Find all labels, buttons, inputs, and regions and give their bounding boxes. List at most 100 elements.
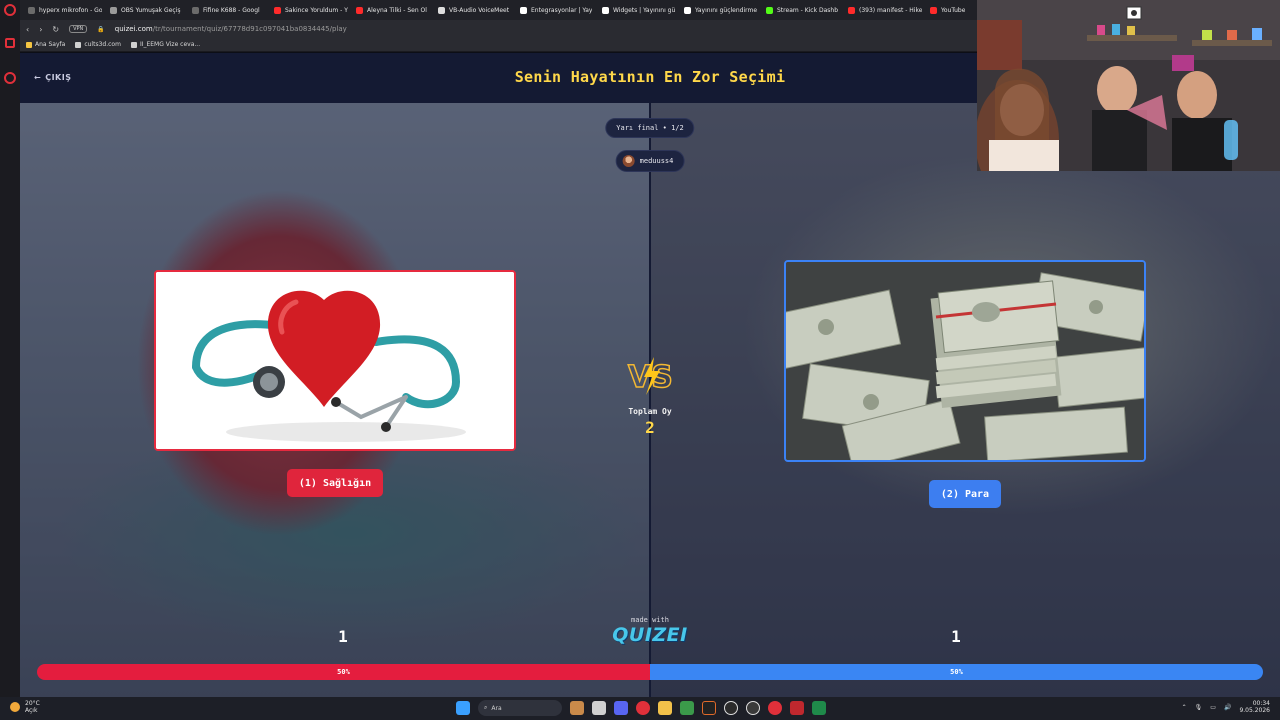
file-explorer-icon[interactable] bbox=[658, 701, 672, 715]
tab-favicon-icon bbox=[602, 6, 609, 14]
browser-tab[interactable]: (393) manifest - Hike bbox=[844, 6, 926, 14]
avatar bbox=[622, 155, 635, 167]
bookmark-label: cults3d.com bbox=[84, 41, 121, 48]
tab-label: Fifine K688 - Googl bbox=[203, 6, 260, 14]
tab-label: YouTube bbox=[941, 6, 966, 14]
url-text[interactable]: quizei.com/tr/tournament/quiz/67778d91c0… bbox=[115, 25, 347, 33]
bookmark-home[interactable]: Ana Sayfa bbox=[26, 41, 65, 48]
browser-tab[interactable]: OBS Yumuşak Geçiş bbox=[106, 6, 188, 14]
opera-gx-icon[interactable] bbox=[768, 701, 782, 715]
tab-label: Yayınını güçlendirme bbox=[695, 6, 758, 14]
bookmark-cults3d[interactable]: cults3d.com bbox=[75, 41, 121, 48]
opera-taskbar-icon[interactable] bbox=[636, 701, 650, 715]
lock-icon: 🔒 bbox=[97, 25, 105, 33]
url-host: quizei.com bbox=[114, 25, 153, 33]
browser-tab[interactable]: VB-Audio VoiceMeet bbox=[434, 6, 516, 14]
forward-icon[interactable]: › bbox=[39, 25, 42, 34]
browser-tab[interactable]: Entegrasyonlar | Yay bbox=[516, 6, 598, 14]
url-path: /tr/tournament/quiz/67778d91c097041ba083… bbox=[152, 25, 347, 33]
browser-tab[interactable]: Stream - Kick Dashb bbox=[762, 6, 844, 14]
bookmarks-bar: Ana Sayfa cults3d.com II_EEMG Vize ceva.… bbox=[20, 38, 980, 52]
page-icon bbox=[75, 41, 82, 48]
weather-condition: Açık bbox=[25, 707, 38, 714]
tab-favicon-icon bbox=[438, 6, 445, 14]
browser-sidebar bbox=[0, 0, 20, 697]
capcut-icon[interactable] bbox=[724, 701, 738, 715]
round-label: Yarı final • 1/2 bbox=[616, 124, 684, 132]
tab-favicon-icon bbox=[356, 6, 363, 14]
obs-icon[interactable] bbox=[746, 701, 760, 715]
user-badge: meduuss4 bbox=[615, 150, 685, 172]
choice-button-left[interactable]: (1) Sağlığın bbox=[287, 469, 383, 497]
folder-icon bbox=[26, 41, 32, 48]
browser-tab[interactable]: Widgets | Yayınını gü bbox=[598, 6, 680, 14]
tab-favicon-icon bbox=[28, 6, 35, 14]
excel-icon[interactable] bbox=[812, 701, 826, 715]
vote-bar-right: 50% bbox=[650, 664, 1263, 680]
tab-favicon-icon bbox=[766, 6, 773, 14]
play-area: Yarı final • 1/2 meduuss4 (1) Sağlığın (… bbox=[20, 103, 1280, 697]
app-red-icon[interactable] bbox=[790, 701, 804, 715]
tab-label: Widgets | Yayınını gü bbox=[613, 6, 676, 14]
clock[interactable]: 00:34 9.05.2026 bbox=[1239, 700, 1270, 714]
reload-icon[interactable]: ↻ bbox=[52, 25, 59, 34]
total-votes-value: 2 bbox=[645, 418, 655, 437]
tab-label: VB-Audio VoiceMeet bbox=[449, 6, 510, 14]
browser-tab[interactable]: Fifine K688 - Googl bbox=[188, 6, 270, 14]
weather-widget[interactable]: 20°C Açık bbox=[10, 700, 40, 714]
tab-label: (393) manifest - Hike bbox=[859, 6, 922, 14]
versus-icon: VS bbox=[627, 357, 674, 396]
network-icon[interactable]: ▭ bbox=[1210, 704, 1216, 711]
search-icon: ⌕ bbox=[484, 704, 488, 711]
start-icon[interactable] bbox=[456, 701, 470, 715]
clock-icon[interactable] bbox=[4, 72, 16, 84]
address-bar[interactable]: ‹ › ↻ VPN 🔒 quizei.com/tr/tournament/qui… bbox=[20, 20, 980, 38]
search-placeholder: Ara bbox=[491, 704, 502, 712]
made-with-label: made with bbox=[631, 616, 669, 624]
task-view-icon[interactable] bbox=[592, 701, 606, 715]
chevron-up-icon[interactable]: ⌃ bbox=[1182, 704, 1187, 711]
tab-favicon-icon bbox=[684, 6, 691, 14]
browser-tab[interactable]: Aleyna Tilki - Sen Ol bbox=[352, 6, 434, 14]
username: meduuss4 bbox=[639, 157, 674, 165]
app-icon[interactable] bbox=[680, 701, 694, 715]
tab-label: OBS Yumuşak Geçiş bbox=[121, 6, 181, 14]
microphone-icon[interactable]: 🎙 bbox=[1195, 704, 1203, 711]
temperature: 20°C bbox=[25, 700, 40, 707]
browser-tab[interactable]: YouTube bbox=[926, 6, 980, 14]
browser-tab[interactable]: hyperx mikrofon - Go bbox=[24, 6, 106, 14]
taskbar: 20°C Açık ⌕ Ara ⌃ 🎙 ▭ 🔊 00:34 9.05.2026 bbox=[0, 697, 1280, 720]
discord-icon[interactable] bbox=[614, 701, 628, 715]
bookmark-label: Ana Sayfa bbox=[35, 41, 66, 48]
tab-strip: hyperx mikrofon - Go OBS Yumuşak Geçiş Fif… bbox=[20, 0, 980, 20]
browser-tab[interactable]: Yayınını güçlendirme bbox=[680, 6, 762, 14]
date: 9.05.2026 bbox=[1239, 707, 1270, 714]
bookmark-eemg[interactable]: II_EEMG Vize ceva... bbox=[130, 41, 200, 48]
tab-favicon-icon bbox=[192, 6, 199, 14]
widget-icon[interactable] bbox=[570, 701, 584, 715]
center-divider bbox=[649, 103, 651, 697]
page-icon bbox=[130, 41, 137, 48]
choice-button-right[interactable]: (2) Para bbox=[929, 480, 1001, 508]
weather-icon bbox=[10, 702, 20, 712]
back-icon[interactable]: ‹ bbox=[26, 25, 29, 34]
tab-label: hyperx mikrofon - Go bbox=[39, 6, 102, 14]
browser-tab[interactable]: Sakince Yoruldum - Y bbox=[270, 6, 352, 14]
tab-label: Entegrasyonlar | Yay bbox=[531, 6, 593, 14]
opera-icon[interactable] bbox=[4, 4, 16, 16]
vpn-badge[interactable]: VPN bbox=[69, 25, 88, 33]
tab-favicon-icon bbox=[930, 6, 937, 14]
tab-favicon-icon bbox=[520, 6, 527, 14]
total-votes-label: Toplam Oy bbox=[628, 407, 672, 416]
tab-label: Aleyna Tilki - Sen Ol bbox=[367, 6, 427, 14]
quizei-logo[interactable]: QUIZEI bbox=[20, 624, 1280, 646]
terminal-icon[interactable] bbox=[702, 701, 716, 715]
volume-icon[interactable]: 🔊 bbox=[1224, 704, 1231, 711]
vote-percent-right: 50% bbox=[950, 668, 963, 676]
screen: hyperx mikrofon - Go OBS Yumuşak Geçiş Fif… bbox=[0, 0, 1280, 720]
tab-label: Sakince Yoruldum - Y bbox=[285, 6, 348, 14]
webcam-overlay bbox=[977, 0, 1280, 171]
taskbar-search[interactable]: ⌕ Ara bbox=[478, 700, 562, 716]
vote-bar-left: 50% bbox=[37, 664, 650, 680]
briefcase-icon[interactable] bbox=[5, 38, 15, 48]
